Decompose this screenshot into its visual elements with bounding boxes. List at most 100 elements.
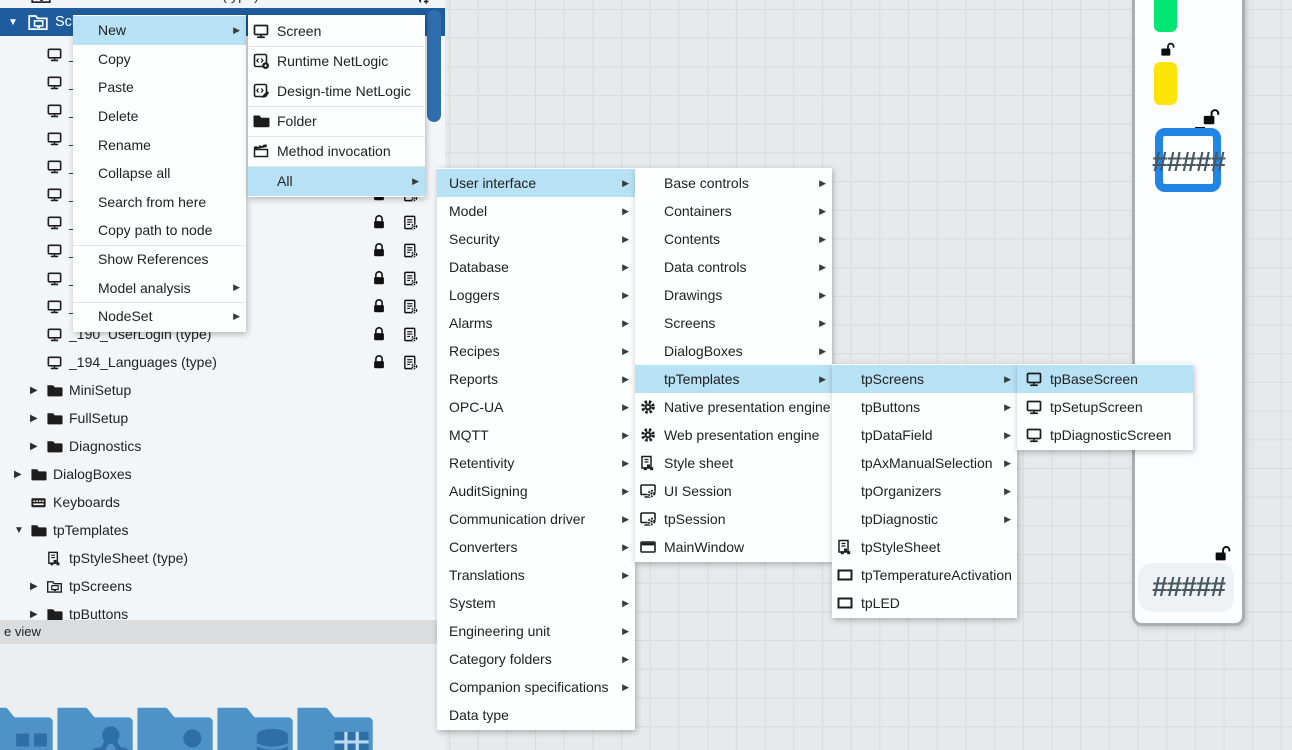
menu-item[interactable]: Converters ▶ xyxy=(437,533,635,561)
menu-item[interactable]: AuditSigning ▶ xyxy=(437,477,635,505)
caret-down-icon[interactable]: ▼ xyxy=(8,17,22,28)
tree-scrollbar-thumb[interactable] xyxy=(427,10,441,122)
menu-item[interactable]: Delete xyxy=(73,102,246,131)
datafield-placeholder: ##### xyxy=(1133,147,1244,177)
tree-row[interactable]: ▶ tpScreens xyxy=(0,572,445,600)
category-item[interactable]: Security xyxy=(131,698,215,750)
tree-row[interactable]: Keyboards xyxy=(0,488,445,516)
menu-item[interactable]: Copy xyxy=(73,45,246,74)
screen-icon xyxy=(46,46,63,63)
tree-row[interactable]: ▶ tpButtons xyxy=(0,600,445,620)
expander-icon[interactable]: ▶ xyxy=(14,469,30,480)
menu-item[interactable]: All ▶ xyxy=(248,166,425,196)
menu-item[interactable]: Copy path to node xyxy=(73,216,246,245)
folder-icon xyxy=(252,112,270,130)
menu-item[interactable]: Communication driver ▶ xyxy=(437,505,635,533)
category-item[interactable]: Database xyxy=(211,698,295,750)
menu-item[interactable]: Collapse all xyxy=(73,159,246,188)
folder-icon xyxy=(46,410,63,427)
menu-item[interactable]: Translations ▶ xyxy=(437,561,635,589)
menu-item[interactable]: User interface ▶ xyxy=(437,169,635,197)
screen-design-surface[interactable]: ##### ##### xyxy=(1132,0,1245,626)
submenu-arrow-icon: ▶ xyxy=(616,346,629,357)
expander-icon[interactable]: ▶ xyxy=(30,581,46,592)
tree-row[interactable]: tpStyleSheet (type) xyxy=(0,544,445,572)
menu-item[interactable]: Screens ▶ xyxy=(635,309,832,337)
menu-item[interactable]: Engineering unit ▶ xyxy=(437,617,635,645)
menu-item[interactable]: NodeSet ▶ xyxy=(73,302,246,331)
expander-icon[interactable]: ▼ xyxy=(14,525,30,536)
menu-item-label: Category folders xyxy=(449,651,552,667)
category-item[interactable]: Model xyxy=(51,698,135,750)
menu-item[interactable]: Contents ▶ xyxy=(635,225,832,253)
menu-item[interactable]: MainWindow xyxy=(635,533,832,561)
menu-item[interactable]: Model analysis ▶ xyxy=(73,273,246,302)
menu-item[interactable]: Show References xyxy=(73,245,246,274)
menu-item[interactable]: tpSetupScreen xyxy=(1017,393,1193,421)
menu-item[interactable]: MQTT ▶ xyxy=(437,421,635,449)
expander-icon[interactable]: ▶ xyxy=(30,441,46,452)
yellow-led-widget[interactable] xyxy=(1154,62,1177,105)
menu-item[interactable]: tpDiagnosticScreen xyxy=(1017,421,1193,449)
green-led-widget[interactable] xyxy=(1154,0,1177,32)
menu-item[interactable]: tpOrganizers ▶ xyxy=(832,477,1017,505)
menu-item[interactable]: tpLED xyxy=(832,589,1017,617)
menu-item[interactable]: Retentivity ▶ xyxy=(437,449,635,477)
tree-row[interactable]: ▶ MiniSetup xyxy=(0,376,445,404)
menu-item[interactable]: Loggers ▶ xyxy=(437,281,635,309)
menu-item[interactable]: tpTemplates ▶ xyxy=(635,365,832,393)
menu-item[interactable]: Reports ▶ xyxy=(437,365,635,393)
menu-item[interactable]: Companion specifications ▶ xyxy=(437,673,635,701)
menu-item[interactable]: Database ▶ xyxy=(437,253,635,281)
menu-item[interactable]: Paste xyxy=(73,73,246,102)
menu-item[interactable]: tpButtons ▶ xyxy=(832,393,1017,421)
menu-item[interactable]: Alarms ▶ xyxy=(437,309,635,337)
lock-icon xyxy=(371,326,387,342)
menu-item[interactable]: Data type xyxy=(437,701,635,729)
menu-item[interactable]: tpSession xyxy=(635,505,832,533)
menu-item[interactable]: Recipes ▶ xyxy=(437,337,635,365)
menu-item[interactable]: tpBaseScreen xyxy=(1017,365,1193,393)
menu-item[interactable]: Design-time NetLogic xyxy=(248,76,425,106)
menu-item[interactable]: Method invocation xyxy=(248,136,425,166)
menu-item[interactable]: tpDiagnostic ▶ xyxy=(832,505,1017,533)
menu-item[interactable]: Style sheet xyxy=(635,449,832,477)
menu-item[interactable]: Security ▶ xyxy=(437,225,635,253)
tree-row[interactable]: ▶ Diagnostics xyxy=(0,432,445,460)
menu-item[interactable]: Base controls ▶ xyxy=(635,169,832,197)
menu-item[interactable]: New ▶ xyxy=(73,16,246,45)
menu-item[interactable]: UI Session xyxy=(635,477,832,505)
menu-item[interactable]: tpDataField ▶ xyxy=(832,421,1017,449)
menu-item[interactable]: Folder xyxy=(248,106,425,136)
menu-item[interactable]: Category folders ▶ xyxy=(437,645,635,673)
menu-item[interactable]: System ▶ xyxy=(437,589,635,617)
menu-item[interactable]: Runtime NetLogic xyxy=(248,46,425,76)
menu-item[interactable]: tpAxManualSelection ▶ xyxy=(832,449,1017,477)
window-icon xyxy=(639,538,657,556)
menu-item[interactable]: OPC-UA ▶ xyxy=(437,393,635,421)
tree-row[interactable]: _194_Languages (type) xyxy=(0,348,445,376)
menu-item[interactable]: Web presentation engine xyxy=(635,421,832,449)
category-item[interactable]: Loggers xyxy=(291,698,375,750)
filter-icon[interactable] xyxy=(412,0,430,7)
menu-item[interactable]: tpScreens ▶ xyxy=(832,365,1017,393)
menu-item[interactable]: DialogBoxes ▶ xyxy=(635,337,832,365)
tree-row[interactable]: ▶ DialogBoxes xyxy=(0,460,445,488)
menu-item[interactable]: Data controls ▶ xyxy=(635,253,832,281)
expander-icon[interactable]: ▶ xyxy=(30,385,46,396)
menu-item[interactable]: Native presentation engine xyxy=(635,393,832,421)
menu-item[interactable]: Screen xyxy=(248,16,425,46)
folder-icon xyxy=(30,466,47,483)
menu-item[interactable]: Containers ▶ xyxy=(635,197,832,225)
tree-row[interactable]: ▼ tpTemplates xyxy=(0,516,445,544)
menu-item[interactable]: Model ▶ xyxy=(437,197,635,225)
menu-item[interactable]: tpTemperatureActivation xyxy=(832,561,1017,589)
menu-item[interactable]: Drawings ▶ xyxy=(635,281,832,309)
category-item[interactable]: User Interface xyxy=(0,698,55,750)
expander-icon[interactable]: ▶ xyxy=(30,609,46,620)
menu-item[interactable]: Search from here xyxy=(73,188,246,217)
tree-row[interactable]: ▶ FullSetup xyxy=(0,404,445,432)
expander-icon[interactable]: ▶ xyxy=(30,413,46,424)
menu-item[interactable]: tpStyleSheet xyxy=(832,533,1017,561)
menu-item[interactable]: Rename xyxy=(73,130,246,159)
